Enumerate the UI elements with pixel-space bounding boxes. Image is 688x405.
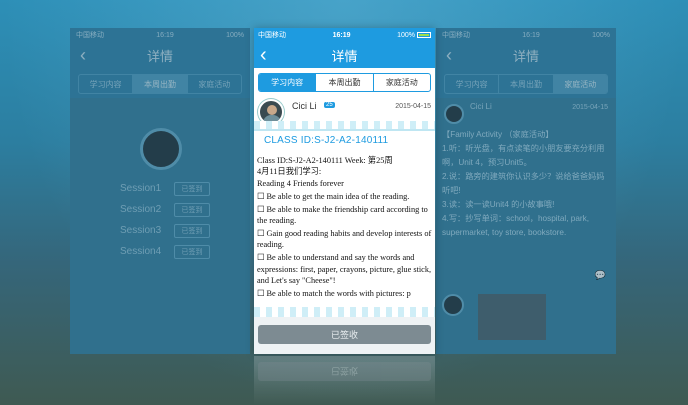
left-phone-veil (70, 28, 250, 354)
checklist-item: ☐ Gain good reading habits and develop i… (257, 228, 432, 250)
checklist-item: ☐ Be able to understand and say the word… (257, 253, 432, 286)
class-id-heading: CLASS ID:S-J2-A2-140111 (264, 135, 389, 146)
tab-study-content[interactable]: 学习内容 (259, 74, 317, 91)
navbar: ‹ 详情 (254, 42, 435, 68)
signed-button[interactable]: 已签收 (258, 325, 431, 344)
segment-tabs: 学习内容 本周出勤 家庭活动 (258, 73, 431, 92)
body-line: 4月11日我们学习: (257, 167, 322, 177)
battery-icon (417, 32, 431, 38)
status-carrier: 中国移动 (258, 32, 286, 39)
main-phone: 中国移动 16:19 100% ‹ 详情 学习内容 本周出勤 家庭活动 Cici… (254, 28, 435, 354)
left-phone-preview: 中国移动 16:19 100% ‹ 详情 学习内容 本周出勤 家庭活动 Sess… (70, 28, 250, 354)
signed-button-reflection: 已签收 (258, 362, 431, 381)
right-phone-preview: 中国移动 16:19 100% ‹ 详情 学习内容 本周出勤 家庭活动 Cici… (436, 28, 616, 354)
status-time: 16:19 (332, 31, 351, 39)
bottom-bar: 已签收 (254, 317, 435, 354)
post-card: CLASS ID:S-J2-A2-140111 Class ID:S-J2-A2… (254, 129, 435, 315)
decorative-border-bottom (254, 307, 435, 317)
page-title: 详情 (331, 48, 358, 64)
post-body: Class ID:S-J2-A2-140111 Week: 第25周 4月11日… (257, 155, 432, 299)
status-battery: 100% (397, 31, 415, 39)
checklist-item: ☐ Be able to make the friendship card ac… (257, 204, 428, 226)
status-badge: 25 (324, 102, 335, 108)
body-line: Reading 4 Friends forever (257, 178, 344, 188)
body-line: Class ID:S-J2-A2-140111 Week: 第25周 (257, 156, 393, 165)
checklist-item: ☐ Be able to match the words with pictur… (257, 288, 411, 298)
right-phone-veil (436, 28, 616, 354)
post-date: 2015-04-15 (395, 103, 431, 110)
tab-family-activity[interactable]: 家庭活动 (374, 74, 430, 91)
user-name: Cici Li (292, 101, 317, 111)
checklist-item: ☐ Be able to get the main idea of the re… (257, 191, 410, 201)
status-bar: 中国移动 16:19 100% (254, 28, 435, 42)
back-chevron-icon[interactable]: ‹ (260, 44, 267, 67)
tab-weekly-attendance[interactable]: 本周出勤 (316, 74, 374, 91)
status-battery-group: 100% (397, 32, 431, 39)
phone-reflection: 已签收 (254, 356, 435, 405)
segmented-control: 学习内容 本周出勤 家庭活动 (254, 68, 435, 97)
